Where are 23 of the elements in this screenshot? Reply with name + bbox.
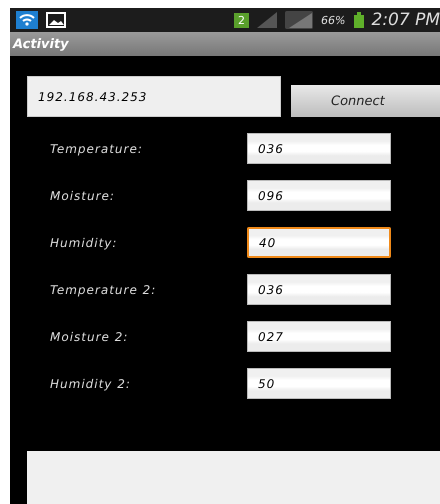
signal-icon — [257, 12, 278, 28]
reading-label: Temperature 2: — [50, 282, 158, 296]
activity-title: Activity — [13, 36, 69, 52]
reading-field[interactable]: 50 — [247, 368, 391, 399]
notification-count: 2 — [234, 12, 250, 28]
roaming-signal-icon — [285, 11, 314, 29]
clock-time: 2:07 PM — [372, 10, 440, 30]
wifi-icon — [16, 11, 38, 29]
battery-percent: 66% — [321, 14, 346, 26]
reading-label: Moisture: — [50, 188, 116, 202]
image-icon — [46, 12, 66, 28]
address-field[interactable]: 192.168.43.253 — [27, 76, 281, 117]
reading-label: Humidity 2: — [50, 376, 132, 390]
connect-button[interactable]: Connect — [291, 85, 440, 117]
reading-field[interactable]: 036 — [247, 133, 391, 164]
reading-field[interactable]: 036 — [247, 274, 391, 305]
reading-label: Moisture 2: — [50, 330, 130, 344]
reading-field[interactable]: 027 — [247, 321, 391, 352]
reading-label: Humidity: — [50, 236, 118, 250]
reading-label: Temperature: — [50, 142, 144, 156]
reading-field[interactable]: 40 — [247, 227, 391, 258]
battery-icon — [354, 12, 364, 28]
reading-field[interactable]: 096 — [247, 180, 391, 211]
